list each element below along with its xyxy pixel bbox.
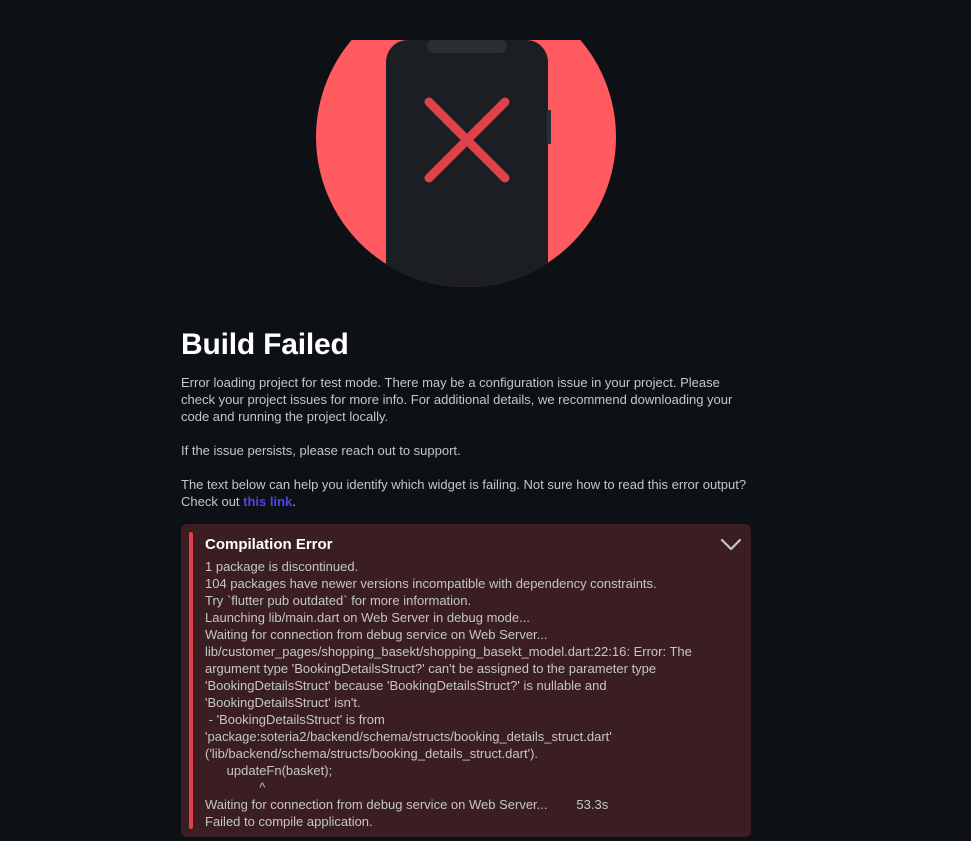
phone-body	[386, 40, 548, 287]
phone-notch	[427, 40, 507, 53]
help-text-suffix: .	[292, 494, 296, 509]
phone-side-button	[547, 110, 551, 144]
build-failed-content: Build Failed Error loading project for t…	[181, 326, 751, 510]
error-description: Error loading project for test mode. The…	[181, 375, 733, 424]
build-failed-illustration	[0, 0, 971, 300]
error-log: 1 package is discontinued. 104 packages …	[205, 559, 692, 829]
help-link[interactable]: this link	[243, 494, 292, 509]
error-panel-title: Compilation Error	[205, 536, 333, 553]
page-title: Build Failed	[181, 328, 349, 361]
build-failed-page: Build Failed Error loading project for t…	[0, 0, 971, 841]
compilation-error-panel: Compilation Error 1 package is discontin…	[181, 524, 751, 837]
error-accent-bar	[189, 532, 193, 829]
chevron-down-icon[interactable]	[719, 536, 743, 552]
phone-with-x-icon	[300, 0, 640, 287]
help-text: The text below can help you identify whi…	[181, 476, 751, 510]
support-note: If the issue persists, please reach out …	[181, 443, 461, 458]
